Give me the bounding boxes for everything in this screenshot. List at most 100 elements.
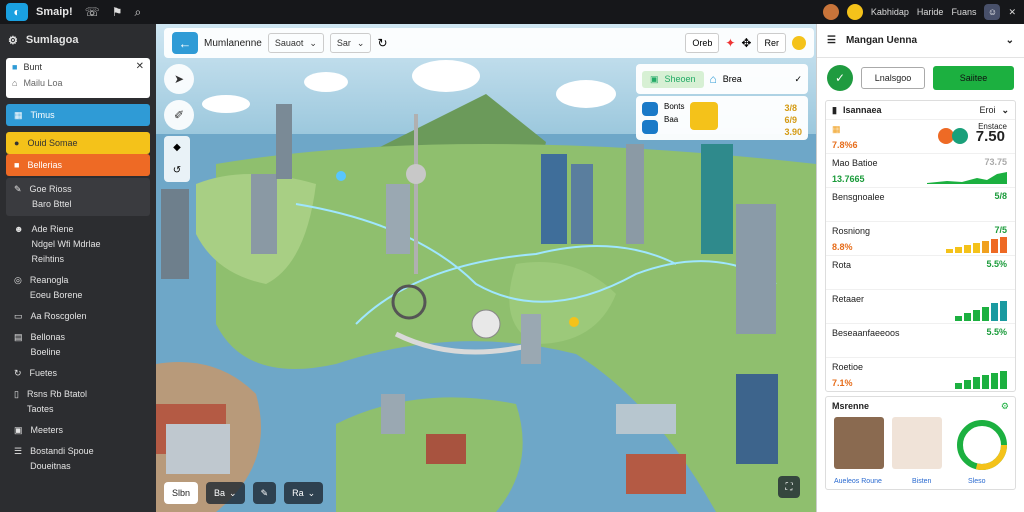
metric-row[interactable]: Rota 5.5%: [826, 255, 1015, 289]
info-number: 3/8: [784, 103, 797, 113]
item-line: Taotes: [26, 404, 54, 414]
city-map[interactable]: ← Mumlanenne Sauaot ⌄ Sar ⌄ ↻ Oreb ✦ ✥ Rer…: [156, 24, 816, 512]
brush-icon[interactable]: ✎: [252, 482, 277, 504]
sidebar-item-roscgolen[interactable]: ▭ Aa Roscgolen: [6, 309, 150, 324]
tower: [251, 174, 277, 254]
sidebar-item-bellonas[interactable]: ▤ Bellonas Boeline: [6, 330, 150, 360]
sidebar-item-bellerias[interactable]: ■ Bellerias: [6, 154, 150, 176]
flag-icon[interactable]: ⚑: [112, 5, 123, 19]
section-right[interactable]: Eroi: [979, 105, 995, 115]
bar-mini-chart: [955, 369, 1007, 389]
sidebar-item-meeters[interactable]: ▣ Meeters: [6, 423, 150, 438]
sidebar-item-fuetes[interactable]: ↻ Fuetes: [6, 366, 150, 381]
metric-value: 13.7665: [832, 174, 865, 184]
check-icon[interactable]: ✓: [827, 65, 853, 91]
settings-icon[interactable]: ⚙: [1001, 401, 1009, 412]
bus-icon: [642, 102, 658, 116]
menu-haride[interactable]: Haride: [917, 7, 944, 17]
item-line: Meeters: [30, 425, 64, 435]
fullscreen-icon[interactable]: ⛶: [778, 476, 800, 498]
share-icon: [952, 128, 968, 144]
tower: [571, 164, 593, 244]
sidebar-item-bostandi[interactable]: ☰ Bostandi Spoue Doueitnas: [6, 444, 150, 474]
tower: [541, 154, 567, 244]
close-icon[interactable]: ✕: [136, 61, 144, 72]
metric-row[interactable]: Bensgnoalee 5/8: [826, 187, 1015, 221]
grid-icon: ▦: [832, 124, 841, 134]
draw-icon[interactable]: ✐: [164, 100, 194, 130]
logo-icon[interactable]: ◐: [6, 3, 28, 21]
bar: [955, 247, 962, 253]
search-input[interactable]: Mailu Loa: [23, 78, 62, 88]
legend-green[interactable]: ▣ Sheoen: [642, 70, 704, 88]
rotate-icon[interactable]: ↺: [173, 165, 181, 176]
group-line: Baro Bttel: [32, 199, 72, 209]
layer-icon[interactable]: ◆: [173, 142, 181, 153]
phone-icon[interactable]: ☏: [85, 5, 100, 19]
zoom-control[interactable]: ◆ ↺: [164, 136, 190, 182]
bar: [964, 313, 971, 321]
metric-row[interactable]: Roetioe 7.1%: [826, 357, 1015, 391]
user-name[interactable]: Kabhidap: [871, 7, 909, 17]
panel-title: Mangan Uenna: [845, 35, 918, 46]
move-icon[interactable]: ✥: [741, 36, 751, 50]
metric-row[interactable]: Mao Batioe 13.7665 73.75: [826, 153, 1015, 187]
profile-icon[interactable]: ☺: [984, 4, 1001, 20]
sidebar-item-ouid[interactable]: ● Ouid Somae: [6, 132, 150, 154]
navigation-icon[interactable]: ➤: [164, 64, 194, 94]
chevron-down-icon[interactable]: ⌄: [1006, 35, 1014, 46]
chevron-down-icon: ⌄: [229, 487, 237, 498]
gear-icon[interactable]: ⚙: [8, 34, 18, 47]
toolbar-button-oreb[interactable]: Oreb: [685, 33, 720, 53]
metric-row[interactable]: Retaaer: [826, 289, 1015, 323]
tower: [276, 104, 292, 179]
map-button-ba[interactable]: Ba ⌄: [206, 482, 245, 504]
search-icon[interactable]: ⌕: [134, 5, 141, 20]
map-button-ra[interactable]: Ra ⌄: [284, 482, 324, 504]
refresh-icon[interactable]: ↻: [377, 36, 387, 50]
sidebar-group[interactable]: ✎ Goe Rioss Baro Bttel: [6, 178, 150, 216]
bar: [1000, 301, 1007, 321]
person-photo[interactable]: [834, 417, 884, 469]
check-icon[interactable]: ✓: [794, 74, 802, 85]
item-line: Reanogla: [29, 275, 69, 285]
menu-icon[interactable]: ☰: [827, 35, 836, 46]
select-1[interactable]: Sauaot ⌄: [267, 33, 324, 53]
bar: [955, 316, 962, 321]
close-icon[interactable]: ✕: [1008, 7, 1016, 18]
sidebar-item-reanogla[interactable]: ◎ Reanogla Eoeu Borene: [6, 273, 150, 303]
app-title: Smaip!: [36, 6, 73, 18]
file-icon: ▯: [14, 389, 19, 399]
sidebar-item-btatol[interactable]: ▯ Rsns Rb Btatol Taotes: [6, 387, 150, 417]
chat-icon: ▣: [650, 73, 659, 84]
select-2[interactable]: Sar ⌄: [329, 33, 372, 53]
toolbar-button-rer[interactable]: Rer: [757, 33, 786, 53]
sidebar-item-riene[interactable]: ☻ Ade Riene Ndgel Wfi Mdrlae Reihtins: [6, 222, 150, 267]
search-box[interactable]: ■ Bunt ✕ ⌂ Mailu Loa: [6, 58, 150, 98]
back-arrow-icon[interactable]: ←: [172, 32, 198, 54]
pin-icon[interactable]: ✦: [725, 36, 735, 50]
section-title: Msrenne: [832, 401, 870, 411]
map-pin[interactable]: [336, 171, 346, 181]
chevron-down-icon[interactable]: ⌄: [1001, 105, 1009, 116]
metric-row[interactable]: Rosniong 8.8% 7/5: [826, 221, 1015, 255]
map-pin[interactable]: [569, 317, 579, 327]
metric-row[interactable]: Beseaanfaeeoos 5.5%: [826, 323, 1015, 357]
user-avatar[interactable]: [822, 4, 839, 20]
spire: [414, 114, 418, 274]
legend-label: Brea: [722, 74, 742, 84]
info-number: 3.90: [784, 127, 802, 137]
info-label: Baa: [664, 115, 679, 124]
outline-button[interactable]: Lnalsgoo: [861, 67, 925, 89]
map-info-card[interactable]: Bonts Baa 3/8 6/9 3.90: [636, 96, 808, 140]
metric-row[interactable]: ▦ 7.8%6 Enstace 7.50: [826, 119, 1015, 153]
select-value: Sauaot: [274, 38, 304, 48]
map-button-slbn[interactable]: Slbn: [164, 482, 199, 504]
metric-right-value: 73.75: [984, 157, 1007, 167]
sidebar-item-timus[interactable]: ▦ Timus: [6, 104, 150, 126]
primary-button[interactable]: Saiitee: [933, 66, 1014, 90]
info-label: Bonts: [664, 102, 685, 111]
metric-right-value: 5.5%: [986, 327, 1007, 337]
menu-fuans[interactable]: Fuans: [951, 7, 976, 17]
person-photo[interactable]: [892, 417, 942, 469]
